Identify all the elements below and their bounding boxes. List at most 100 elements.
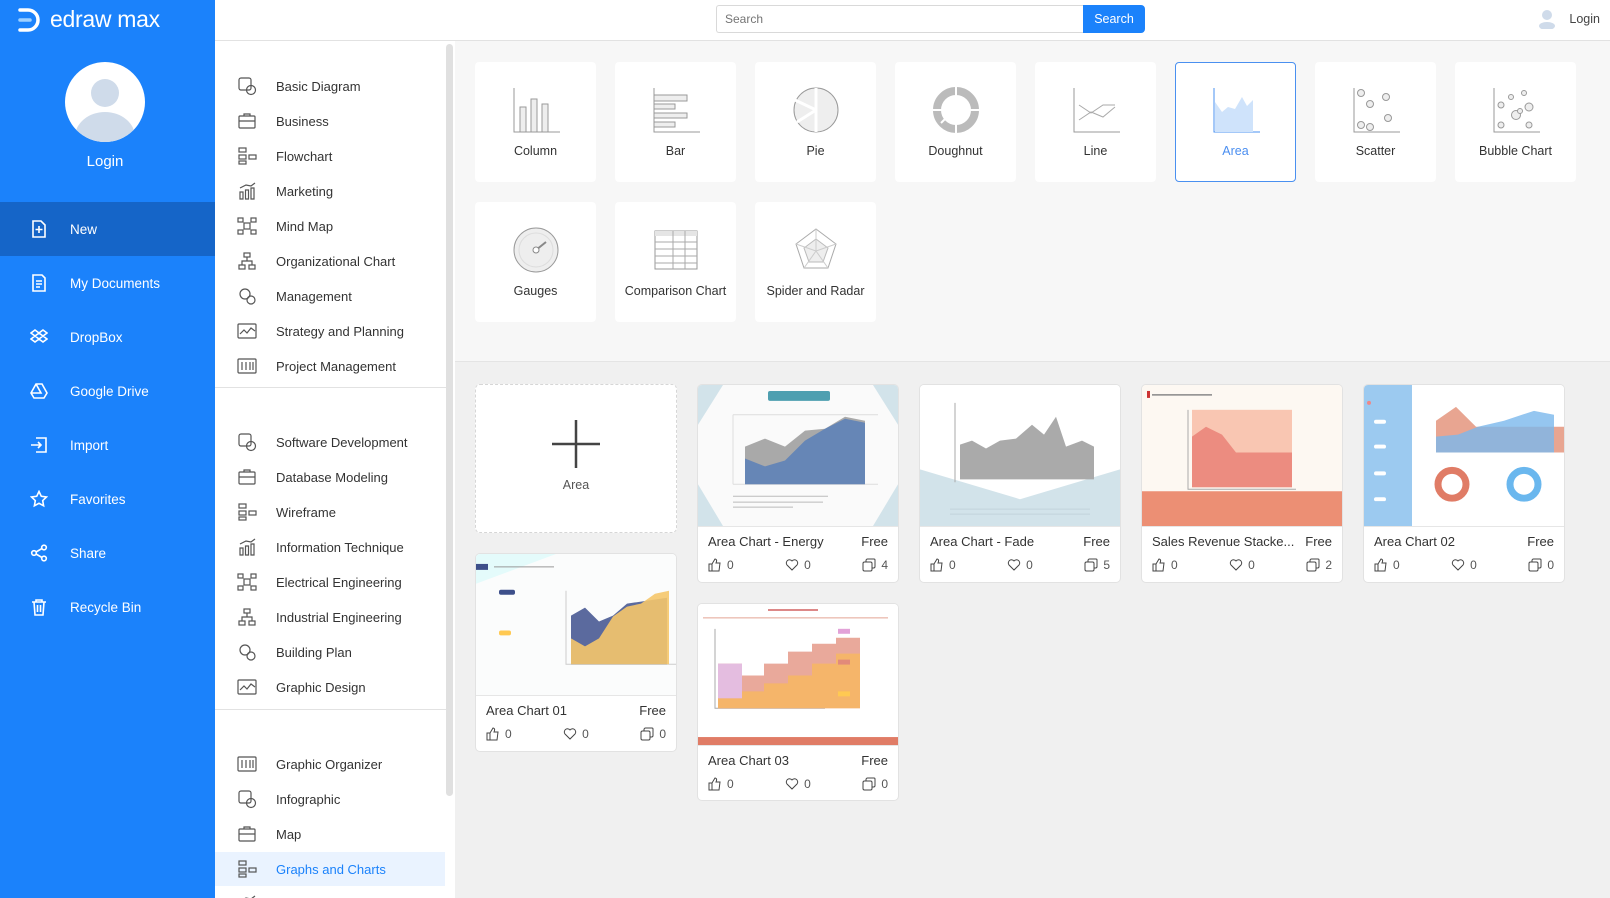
category-icon bbox=[238, 608, 256, 626]
chart-type-pie[interactable]: Pie bbox=[755, 62, 876, 182]
like-count: 0 bbox=[727, 558, 734, 572]
like-button[interactable]: 0 bbox=[1374, 558, 1400, 572]
favorite-button[interactable]: 0 bbox=[563, 727, 589, 741]
category-icon bbox=[238, 469, 256, 485]
category-industrial-engineering[interactable]: Industrial Engineering bbox=[215, 600, 445, 634]
favorite-count: 0 bbox=[1026, 558, 1033, 572]
favorite-button[interactable]: 0 bbox=[785, 777, 811, 791]
category-mind-map[interactable]: Mind Map bbox=[215, 209, 445, 243]
duplicate-button[interactable]: 4 bbox=[862, 558, 888, 572]
favorite-button[interactable]: 0 bbox=[1007, 558, 1033, 572]
category-electrical-engineering[interactable]: Electrical Engineering bbox=[215, 565, 445, 599]
category-label: Strategy and Planning bbox=[276, 323, 404, 339]
category-organizational-chart[interactable]: Organizational Chart bbox=[215, 244, 445, 278]
template-thumbnail[interactable] bbox=[698, 385, 898, 527]
duplicate-button[interactable]: 0 bbox=[640, 727, 666, 741]
category-icon bbox=[238, 147, 257, 165]
like-button[interactable]: 0 bbox=[1152, 558, 1178, 572]
sidebar-item-recycle-bin[interactable]: Recycle Bin bbox=[0, 580, 215, 634]
favorite-button[interactable]: 0 bbox=[785, 558, 811, 572]
sidebar-login[interactable]: Login bbox=[0, 153, 210, 170]
like-button[interactable]: 0 bbox=[708, 558, 734, 572]
chart-type-scatter[interactable]: Scatter bbox=[1315, 62, 1436, 182]
sidebar-item-google-drive[interactable]: Google Drive bbox=[0, 364, 215, 418]
category-science-and-education[interactable]: Science and Education bbox=[215, 887, 445, 898]
template-card[interactable]: Area Chart 03 Free 0 0 0 bbox=[697, 603, 899, 801]
logo[interactable]: edraw max bbox=[18, 6, 160, 33]
copy-count: 2 bbox=[1325, 558, 1332, 572]
template-thumbnail[interactable] bbox=[1364, 385, 1564, 527]
category-graphs-and-charts[interactable]: Graphs and Charts bbox=[215, 852, 445, 886]
chart-type-area[interactable]: Area bbox=[1175, 62, 1296, 182]
chart-type-column[interactable]: Column bbox=[475, 62, 596, 182]
chart-type-comparison-chart[interactable]: Comparison Chart bbox=[615, 202, 736, 322]
template-card[interactable]: Area Chart - Energy Free 0 0 4 bbox=[697, 384, 899, 583]
chart-type-panel: Column Bar Pie Doughnut Line Area Scatter Bubbl… bbox=[455, 41, 1610, 362]
template-price: Free bbox=[1527, 534, 1554, 549]
category-project-management[interactable]: Project Management bbox=[215, 349, 445, 383]
template-thumbnail[interactable] bbox=[476, 554, 676, 696]
category-basic-diagram[interactable]: Basic Diagram bbox=[215, 69, 445, 103]
category-wireframe[interactable]: Wireframe bbox=[215, 495, 445, 529]
avatar[interactable] bbox=[65, 62, 145, 142]
duplicate-button[interactable]: 0 bbox=[1528, 558, 1554, 572]
template-thumbnail[interactable] bbox=[1142, 385, 1342, 527]
category-marketing[interactable]: Marketing bbox=[215, 174, 445, 208]
category-label: Organizational Chart bbox=[276, 253, 396, 269]
template-card[interactable]: Sales Revenue Stacke... Free 0 0 2 bbox=[1141, 384, 1343, 583]
category-icon bbox=[237, 573, 257, 591]
import-icon bbox=[30, 436, 48, 454]
login-link[interactable]: Login bbox=[1569, 12, 1600, 26]
category-flowchart[interactable]: Flowchart bbox=[215, 139, 445, 173]
chart-type-gauges[interactable]: Gauges bbox=[475, 202, 596, 322]
sidebar-item-my-documents[interactable]: My Documents bbox=[0, 256, 215, 310]
template-card[interactable]: Area Chart - Fade Free 0 0 5 bbox=[919, 384, 1121, 583]
sidebar-item-new[interactable]: New bbox=[0, 202, 215, 256]
category-map[interactable]: Map bbox=[215, 817, 445, 851]
chart-type-doughnut[interactable]: Doughnut bbox=[895, 62, 1016, 182]
bubble-chart-chart-icon bbox=[1493, 88, 1540, 133]
category-management[interactable]: Management bbox=[215, 279, 445, 313]
sidebar-item-dropbox[interactable]: DropBox bbox=[0, 310, 215, 364]
like-count: 0 bbox=[1171, 558, 1178, 572]
category-icon bbox=[237, 217, 257, 235]
category-infographic[interactable]: Infographic bbox=[215, 782, 445, 816]
category-icon bbox=[237, 323, 257, 339]
sidebar-item-favorites[interactable]: Favorites bbox=[0, 472, 215, 526]
like-count: 0 bbox=[727, 777, 734, 791]
search-input[interactable] bbox=[716, 5, 1084, 33]
chart-type-label: Area bbox=[1222, 144, 1249, 158]
template-card[interactable]: Area Chart 01 Free 0 0 0 bbox=[475, 553, 677, 752]
category-graphic-organizer[interactable]: Graphic Organizer bbox=[215, 747, 445, 781]
search-button[interactable]: Search bbox=[1083, 5, 1145, 33]
category-graphic-design[interactable]: Graphic Design bbox=[215, 670, 445, 704]
category-strategy-and-planning[interactable]: Strategy and Planning bbox=[215, 314, 445, 348]
sidebar-item-share[interactable]: Share bbox=[0, 526, 215, 580]
category-software-development[interactable]: Software Development bbox=[215, 425, 445, 459]
category-information-technique[interactable]: Information Technique bbox=[215, 530, 445, 564]
category-scrollbar[interactable] bbox=[446, 44, 453, 796]
template-thumbnail[interactable] bbox=[698, 604, 898, 746]
sidebar-item-import[interactable]: Import bbox=[0, 418, 215, 472]
chart-type-bubble-chart[interactable]: Bubble Chart bbox=[1455, 62, 1576, 182]
duplicate-button[interactable]: 2 bbox=[1306, 558, 1332, 572]
favorite-button[interactable]: 0 bbox=[1229, 558, 1255, 572]
category-icon bbox=[239, 288, 256, 305]
chart-type-line[interactable]: Line bbox=[1035, 62, 1156, 182]
template-thumbnail[interactable] bbox=[920, 385, 1120, 527]
like-button[interactable]: 0 bbox=[486, 727, 512, 741]
template-card[interactable]: Area Chart 02 Free 0 0 0 bbox=[1363, 384, 1565, 583]
top-login[interactable]: Login bbox=[1537, 9, 1600, 29]
new-blank-area-card[interactable]: Area bbox=[475, 384, 677, 533]
like-button[interactable]: 0 bbox=[930, 558, 956, 572]
category-building-plan[interactable]: Building Plan bbox=[215, 635, 445, 669]
category-database-modeling[interactable]: Database Modeling bbox=[215, 460, 445, 494]
chart-type-bar[interactable]: Bar bbox=[615, 62, 736, 182]
chart-type-spider-and-radar[interactable]: Spider and Radar bbox=[755, 202, 876, 322]
duplicate-button[interactable]: 5 bbox=[1084, 558, 1110, 572]
like-button[interactable]: 0 bbox=[708, 777, 734, 791]
duplicate-button[interactable]: 0 bbox=[862, 777, 888, 791]
category-business[interactable]: Business bbox=[215, 104, 445, 138]
favorite-button[interactable]: 0 bbox=[1451, 558, 1477, 572]
category-divider bbox=[215, 709, 447, 710]
